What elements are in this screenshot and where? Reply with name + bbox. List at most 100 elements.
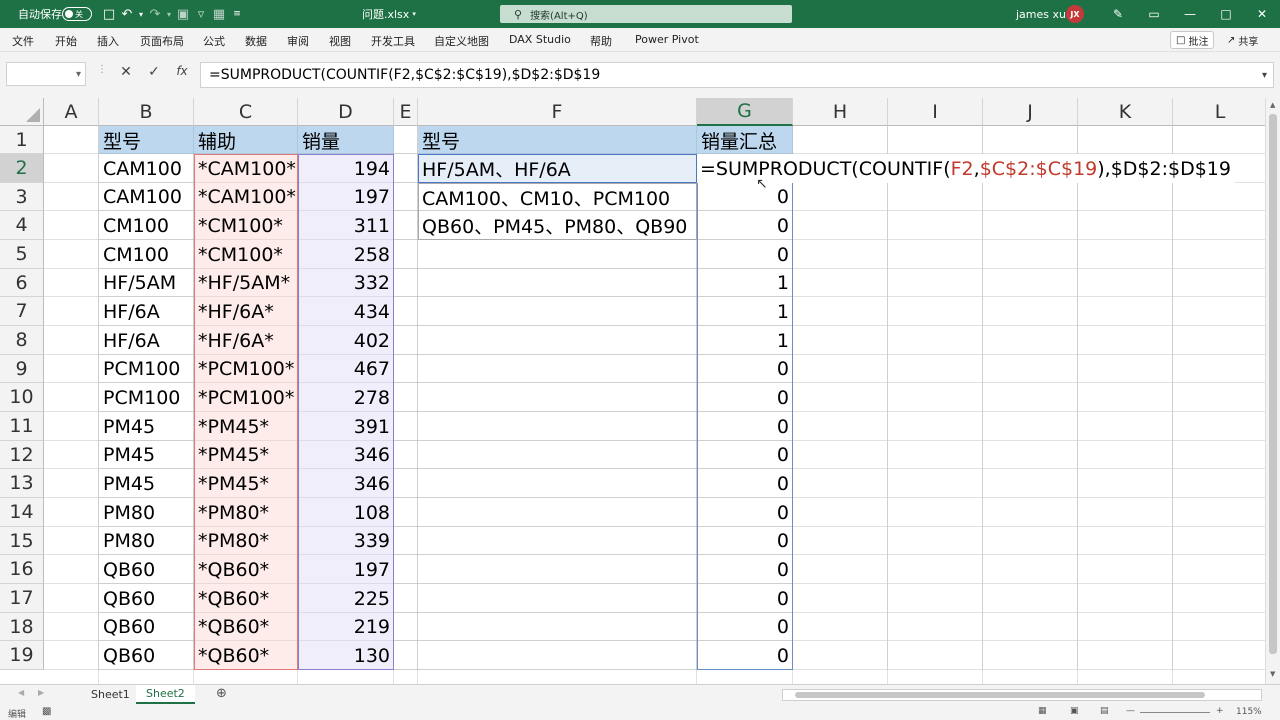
table-cell-total[interactable]: 0 <box>697 183 793 211</box>
table-cell-total[interactable]: 0 <box>697 240 793 269</box>
sheet-tab-sheet1[interactable]: Sheet1 <box>81 685 140 704</box>
table-cell-sales[interactable]: 332 <box>298 269 394 297</box>
table-cell-total[interactable]: 0 <box>697 498 793 527</box>
tab-help[interactable]: 帮助 <box>590 33 612 49</box>
table-cell-total[interactable]: 1 <box>697 326 793 355</box>
table-cell-model[interactable]: HF/6A <box>99 326 194 355</box>
tab-formulas[interactable]: 公式 <box>203 33 225 49</box>
row-header-15[interactable]: 15 <box>0 527 44 555</box>
share-button[interactable]: ↗ 共享 <box>1222 31 1263 49</box>
page-break-view-icon[interactable]: ▤ <box>1100 706 1109 716</box>
row-header-3[interactable]: 3 <box>0 183 44 211</box>
expand-formula-icon[interactable]: ▾ <box>1262 70 1267 81</box>
row-header-13[interactable]: 13 <box>0 469 44 498</box>
column-header-e[interactable]: E <box>394 98 418 126</box>
add-sheet-icon[interactable]: ⊕ <box>216 686 227 701</box>
table-cell-sales[interactable]: 130 <box>298 641 394 670</box>
horizontal-scrollbar[interactable] <box>782 689 1262 701</box>
table-cell-helper[interactable]: *PM45* <box>194 412 298 441</box>
table-cell-sales[interactable]: 219 <box>298 613 394 641</box>
tab-file[interactable]: 文件 <box>12 33 34 49</box>
table-cell-model[interactable]: PCM100 <box>99 355 194 383</box>
row-header-7[interactable]: 7 <box>0 297 44 326</box>
column-header-a[interactable]: A <box>44 98 99 126</box>
table-cell-sales[interactable]: 467 <box>298 355 394 383</box>
row-header-9[interactable]: 9 <box>0 355 44 383</box>
column-header-k[interactable]: K <box>1078 98 1173 126</box>
row-header-1[interactable]: 1 <box>0 126 44 154</box>
row-header-11[interactable]: 11 <box>0 412 44 441</box>
table-cell-total[interactable]: 0 <box>697 211 793 240</box>
column-header-i[interactable]: I <box>888 98 983 126</box>
row-header-8[interactable]: 8 <box>0 326 44 355</box>
table-cell-helper[interactable]: *HF/6A* <box>194 326 298 355</box>
table-cell-sales[interactable]: 434 <box>298 297 394 326</box>
table-cell-total[interactable]: 0 <box>697 527 793 555</box>
close-icon[interactable]: ✕ <box>1244 0 1280 28</box>
table2-header-cell[interactable]: 销量汇总 <box>697 126 793 154</box>
column-header-d[interactable]: D <box>298 98 394 126</box>
table-cell-model[interactable]: PM45 <box>99 441 194 469</box>
table-cell-total[interactable]: 1 <box>697 269 793 297</box>
accessibility-icon[interactable]: ▩ <box>42 706 51 717</box>
page-layout-view-icon[interactable]: ▣ <box>1070 706 1079 716</box>
table-cell-helper[interactable]: *PCM100* <box>194 355 298 383</box>
table-cell-total[interactable]: 0 <box>697 469 793 498</box>
row-header-16[interactable]: 16 <box>0 555 44 584</box>
table1-header-cell[interactable]: 型号 <box>99 126 194 154</box>
autosave-toggle[interactable]: 关 <box>62 7 92 21</box>
pen-icon[interactable]: ✎ <box>1100 0 1136 28</box>
undo-dropdown-icon[interactable]: ▾ <box>136 0 146 28</box>
redo-icon[interactable]: ↷ <box>146 0 164 28</box>
search-box[interactable]: ⚲ 搜索(Alt+Q) <box>500 5 792 23</box>
table-cell-model[interactable]: QB60 <box>99 555 194 584</box>
table-cell-model[interactable]: PM80 <box>99 498 194 527</box>
table-cell-helper[interactable]: *QB60* <box>194 641 298 670</box>
table-cell-sales[interactable]: 391 <box>298 412 394 441</box>
tab-page-layout[interactable]: 页面布局 <box>140 33 184 49</box>
column-header-b[interactable]: B <box>99 98 194 126</box>
name-box[interactable]: ▾ <box>6 62 86 86</box>
tab-insert[interactable]: 插入 <box>97 33 119 49</box>
table-cell-helper[interactable]: *PM80* <box>194 527 298 555</box>
save-icon[interactable]: □ <box>100 0 118 28</box>
tab-dax-studio[interactable]: DAX Studio <box>509 33 571 46</box>
zoom-slider[interactable] <box>1140 712 1210 713</box>
sheet-tab-sheet2[interactable]: Sheet2 <box>136 685 195 704</box>
next-sheet-icon[interactable]: ▶ <box>38 688 44 697</box>
table1-header-cell[interactable]: 辅助 <box>194 126 298 154</box>
comments-button[interactable]: □ 批注 <box>1170 31 1215 49</box>
zoom-in-icon[interactable]: + <box>1216 706 1224 716</box>
tab-view[interactable]: 视图 <box>329 33 351 49</box>
table-cell-sales[interactable]: 225 <box>298 584 394 613</box>
ribbon-display-icon[interactable]: ▭ <box>1136 0 1172 28</box>
table-cell-sales[interactable]: 197 <box>298 555 394 584</box>
formula-input[interactable]: =SUMPRODUCT(COUNTIF(F2,$C$2:$C$19),$D$2:… <box>200 62 1274 88</box>
table-cell-total[interactable]: 0 <box>697 584 793 613</box>
table2-model-cell[interactable]: CAM100、CM10、PCM100 <box>418 183 697 211</box>
zoom-level[interactable]: 115% <box>1236 707 1262 717</box>
column-header-c[interactable]: C <box>194 98 298 126</box>
table2-model-cell[interactable]: HF/5AM、HF/6A <box>418 154 697 183</box>
insert-function-icon[interactable]: fx <box>172 64 192 78</box>
table-cell-model[interactable]: CM100 <box>99 211 194 240</box>
worksheet-grid[interactable]: 型号 辅助 销量 CAM100 *CAM100* 194 CAM100 *CAM100* 197… <box>0 98 1265 684</box>
column-header-j[interactable]: J <box>983 98 1078 126</box>
table-cell-model[interactable]: QB60 <box>99 584 194 613</box>
table-cell-total[interactable]: 0 <box>697 641 793 670</box>
row-header-18[interactable]: 18 <box>0 613 44 641</box>
table-cell-sales[interactable]: 108 <box>298 498 394 527</box>
enter-icon[interactable]: ✓ <box>144 64 164 80</box>
form-icon[interactable]: ▣ <box>174 0 192 28</box>
scroll-up-icon[interactable]: ▲ <box>1270 101 1275 109</box>
table-cell-helper[interactable]: *HF/6A* <box>194 297 298 326</box>
column-header-f[interactable]: F <box>418 98 697 126</box>
table-cell-model[interactable]: CM100 <box>99 240 194 269</box>
table-cell-sales[interactable]: 311 <box>298 211 394 240</box>
table-cell-sales[interactable]: 194 <box>298 154 394 183</box>
tab-developer[interactable]: 开发工具 <box>371 33 415 49</box>
table-cell-model[interactable]: HF/6A <box>99 297 194 326</box>
prev-sheet-icon[interactable]: ◀ <box>18 688 24 697</box>
row-header-6[interactable]: 6 <box>0 269 44 297</box>
table-cell-sales[interactable]: 346 <box>298 469 394 498</box>
